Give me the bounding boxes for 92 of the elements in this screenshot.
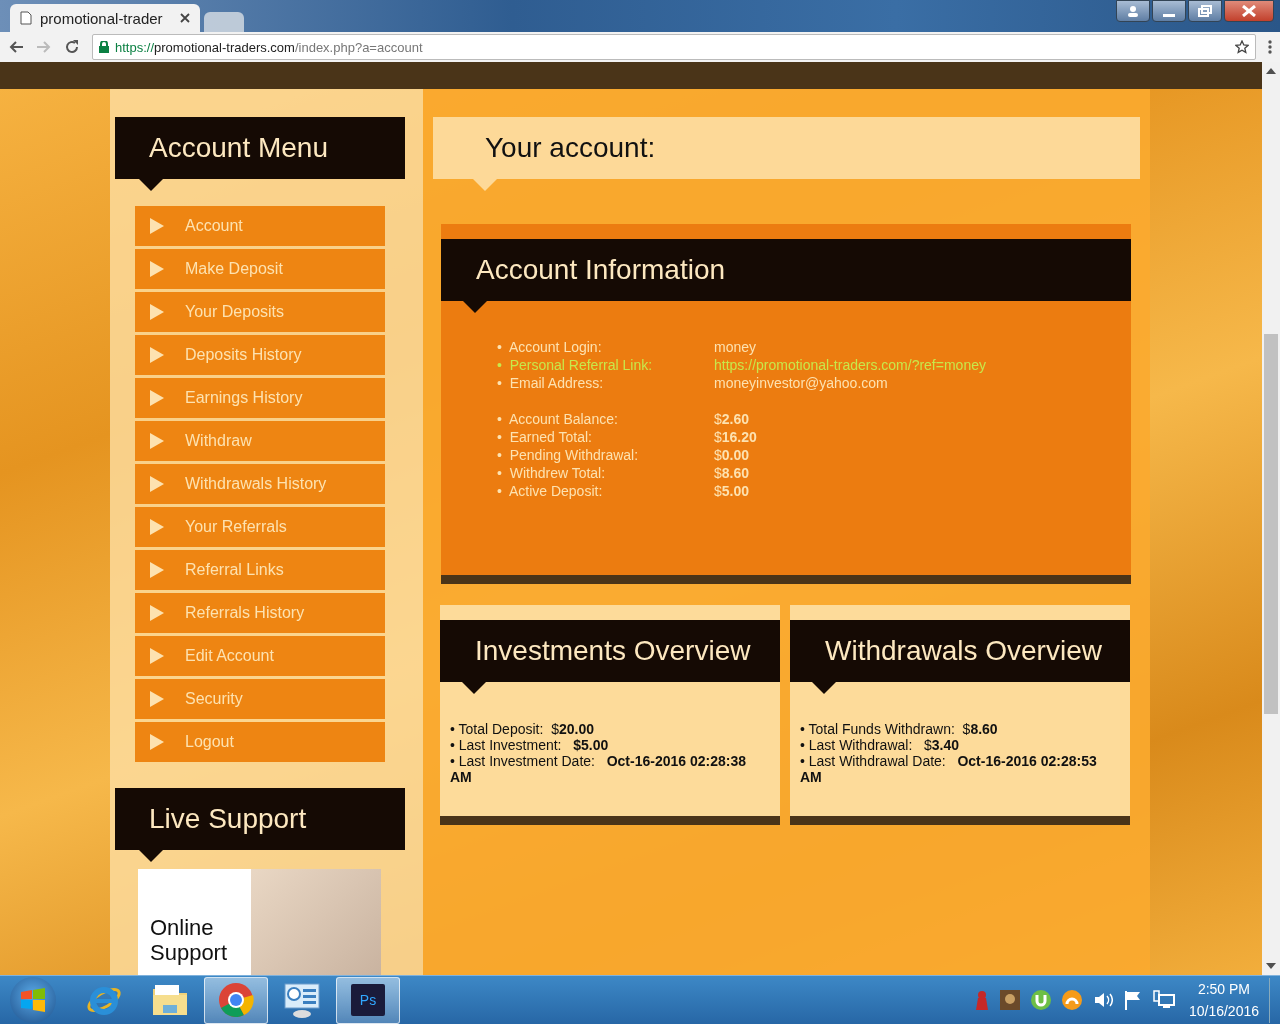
menu-item[interactable]: Earnings History — [135, 378, 385, 418]
torrent-icon[interactable] — [1030, 990, 1051, 1010]
support-banner[interactable]: Online Support — [138, 869, 381, 975]
close-icon — [1241, 5, 1257, 17]
menu-title: Account Menu — [149, 132, 328, 164]
scroll-down-icon[interactable] — [1266, 963, 1276, 969]
play-icon — [150, 519, 164, 535]
menu-item[interactable]: Referral Links — [135, 550, 385, 590]
person-icon — [1127, 5, 1139, 17]
close-button[interactable] — [1224, 0, 1274, 22]
chrome-icon[interactable] — [218, 982, 254, 1018]
menu-item[interactable]: Edit Account — [135, 636, 385, 676]
menu-item[interactable]: Withdrawals History — [135, 464, 385, 504]
control-panel-icon[interactable] — [283, 982, 321, 1018]
volume-icon[interactable] — [1092, 990, 1113, 1010]
referral-link[interactable]: https://promotional-traders.com/?ref=money — [714, 356, 1131, 374]
page-title: Your account: — [485, 132, 656, 164]
info-label: • Withdrew Total: — [497, 464, 607, 482]
overview-line: • Last Withdrawal Date: Oct-16-2016 02:28:53 AM — [800, 753, 1098, 785]
network-icon[interactable] — [1152, 990, 1175, 1010]
folder-icon[interactable] — [151, 983, 189, 1017]
support-title: Live Support — [149, 803, 307, 835]
menu-item[interactable]: Logout — [135, 722, 385, 762]
overview-line: • Last Investment: $5.00 — [450, 737, 610, 753]
ps-app-icon[interactable]: Ps — [351, 984, 385, 1016]
menu-item[interactable]: Your Referrals — [135, 507, 385, 547]
menu-item[interactable]: Make Deposit — [135, 249, 385, 289]
info-label: • Active Deposit: — [497, 482, 604, 500]
reload-icon[interactable] — [64, 39, 80, 55]
page-icon — [20, 11, 32, 25]
info-label: • Email Address: — [497, 374, 605, 392]
banner-text: Online Support — [149, 915, 229, 967]
menu-item[interactable]: Account — [135, 206, 385, 246]
overview-line: • Total Funds Withdrawn: $8.60 — [800, 721, 999, 737]
tab-close-icon[interactable] — [180, 13, 190, 23]
minimize-icon — [1163, 13, 1175, 17]
info-value: $8.60 — [714, 464, 751, 482]
start-button[interactable] — [10, 977, 56, 1023]
url-text: https://promotional-traders.com/index.php?a=account — [115, 39, 423, 55]
taskbar-button[interactable] — [204, 976, 268, 1024]
restore-button[interactable] — [1188, 0, 1222, 22]
minimize-button[interactable] — [1152, 0, 1186, 22]
info-label: • Personal Referral Link: — [497, 356, 654, 374]
address-bar[interactable]: https://promotional-traders.com/index.php?a=account — [92, 34, 1256, 60]
info-label: • Earned Total: — [497, 428, 593, 446]
play-icon — [150, 261, 164, 277]
star-icon[interactable] — [1235, 40, 1249, 54]
overview-line: • Last Withdrawal: $3.40 — [800, 737, 960, 753]
play-icon — [150, 605, 164, 621]
user-button[interactable] — [1116, 0, 1150, 22]
info-value: moneyinvestor@yahoo.com — [714, 374, 889, 392]
overview-title: Investments Overview — [475, 635, 751, 667]
play-icon — [150, 218, 164, 234]
back-icon[interactable] — [8, 39, 24, 55]
play-icon — [150, 734, 164, 750]
taskbar-button[interactable]: Ps — [336, 976, 400, 1024]
scrollbar[interactable] — [1262, 62, 1280, 975]
restore-icon — [1198, 5, 1212, 17]
menu-item[interactable]: Deposits History — [135, 335, 385, 375]
info-value: money — [714, 338, 758, 356]
menu-item[interactable]: Your Deposits — [135, 292, 385, 332]
play-icon — [150, 476, 164, 492]
info-label: • Account Login: — [497, 338, 603, 356]
play-icon — [150, 304, 164, 320]
play-icon — [150, 691, 164, 707]
scroll-up-icon[interactable] — [1266, 68, 1276, 74]
game-thumbnail-icon[interactable] — [999, 990, 1020, 1010]
overview-title: Withdrawals Overview — [825, 635, 1102, 667]
info-value: $2.60 — [714, 410, 751, 428]
play-icon — [150, 390, 164, 406]
play-icon — [150, 347, 164, 363]
account-info-title: Account Information — [476, 254, 726, 286]
lock-icon — [99, 41, 109, 53]
info-label: • Pending Withdrawal: — [497, 446, 640, 464]
play-icon — [150, 433, 164, 449]
menu-item[interactable]: Withdraw — [135, 421, 385, 461]
browser-tab[interactable]: promotional-trader — [10, 4, 200, 32]
overview-line: • Last Investment Date: Oct-16-2016 02:28:38 AM — [450, 753, 747, 785]
overview-line: • Total Deposit: $20.00 — [450, 721, 595, 737]
info-value: $0.00 — [714, 446, 751, 464]
play-icon — [150, 648, 164, 664]
ring-icon[interactable] — [1061, 990, 1082, 1010]
menu-item[interactable]: Referrals History — [135, 593, 385, 633]
info-label: • Account Balance: — [497, 410, 619, 428]
info-value: $16.20 — [714, 428, 758, 446]
windows-logo-icon — [20, 988, 46, 1012]
info-value: $5.00 — [714, 482, 751, 500]
flag-icon[interactable] — [1123, 990, 1142, 1010]
menu-icon[interactable] — [1268, 39, 1272, 55]
menu-item[interactable]: Security — [135, 679, 385, 719]
clock[interactable]: 2:50 PM 10/16/2016 — [1188, 978, 1259, 1022]
play-icon — [150, 562, 164, 578]
